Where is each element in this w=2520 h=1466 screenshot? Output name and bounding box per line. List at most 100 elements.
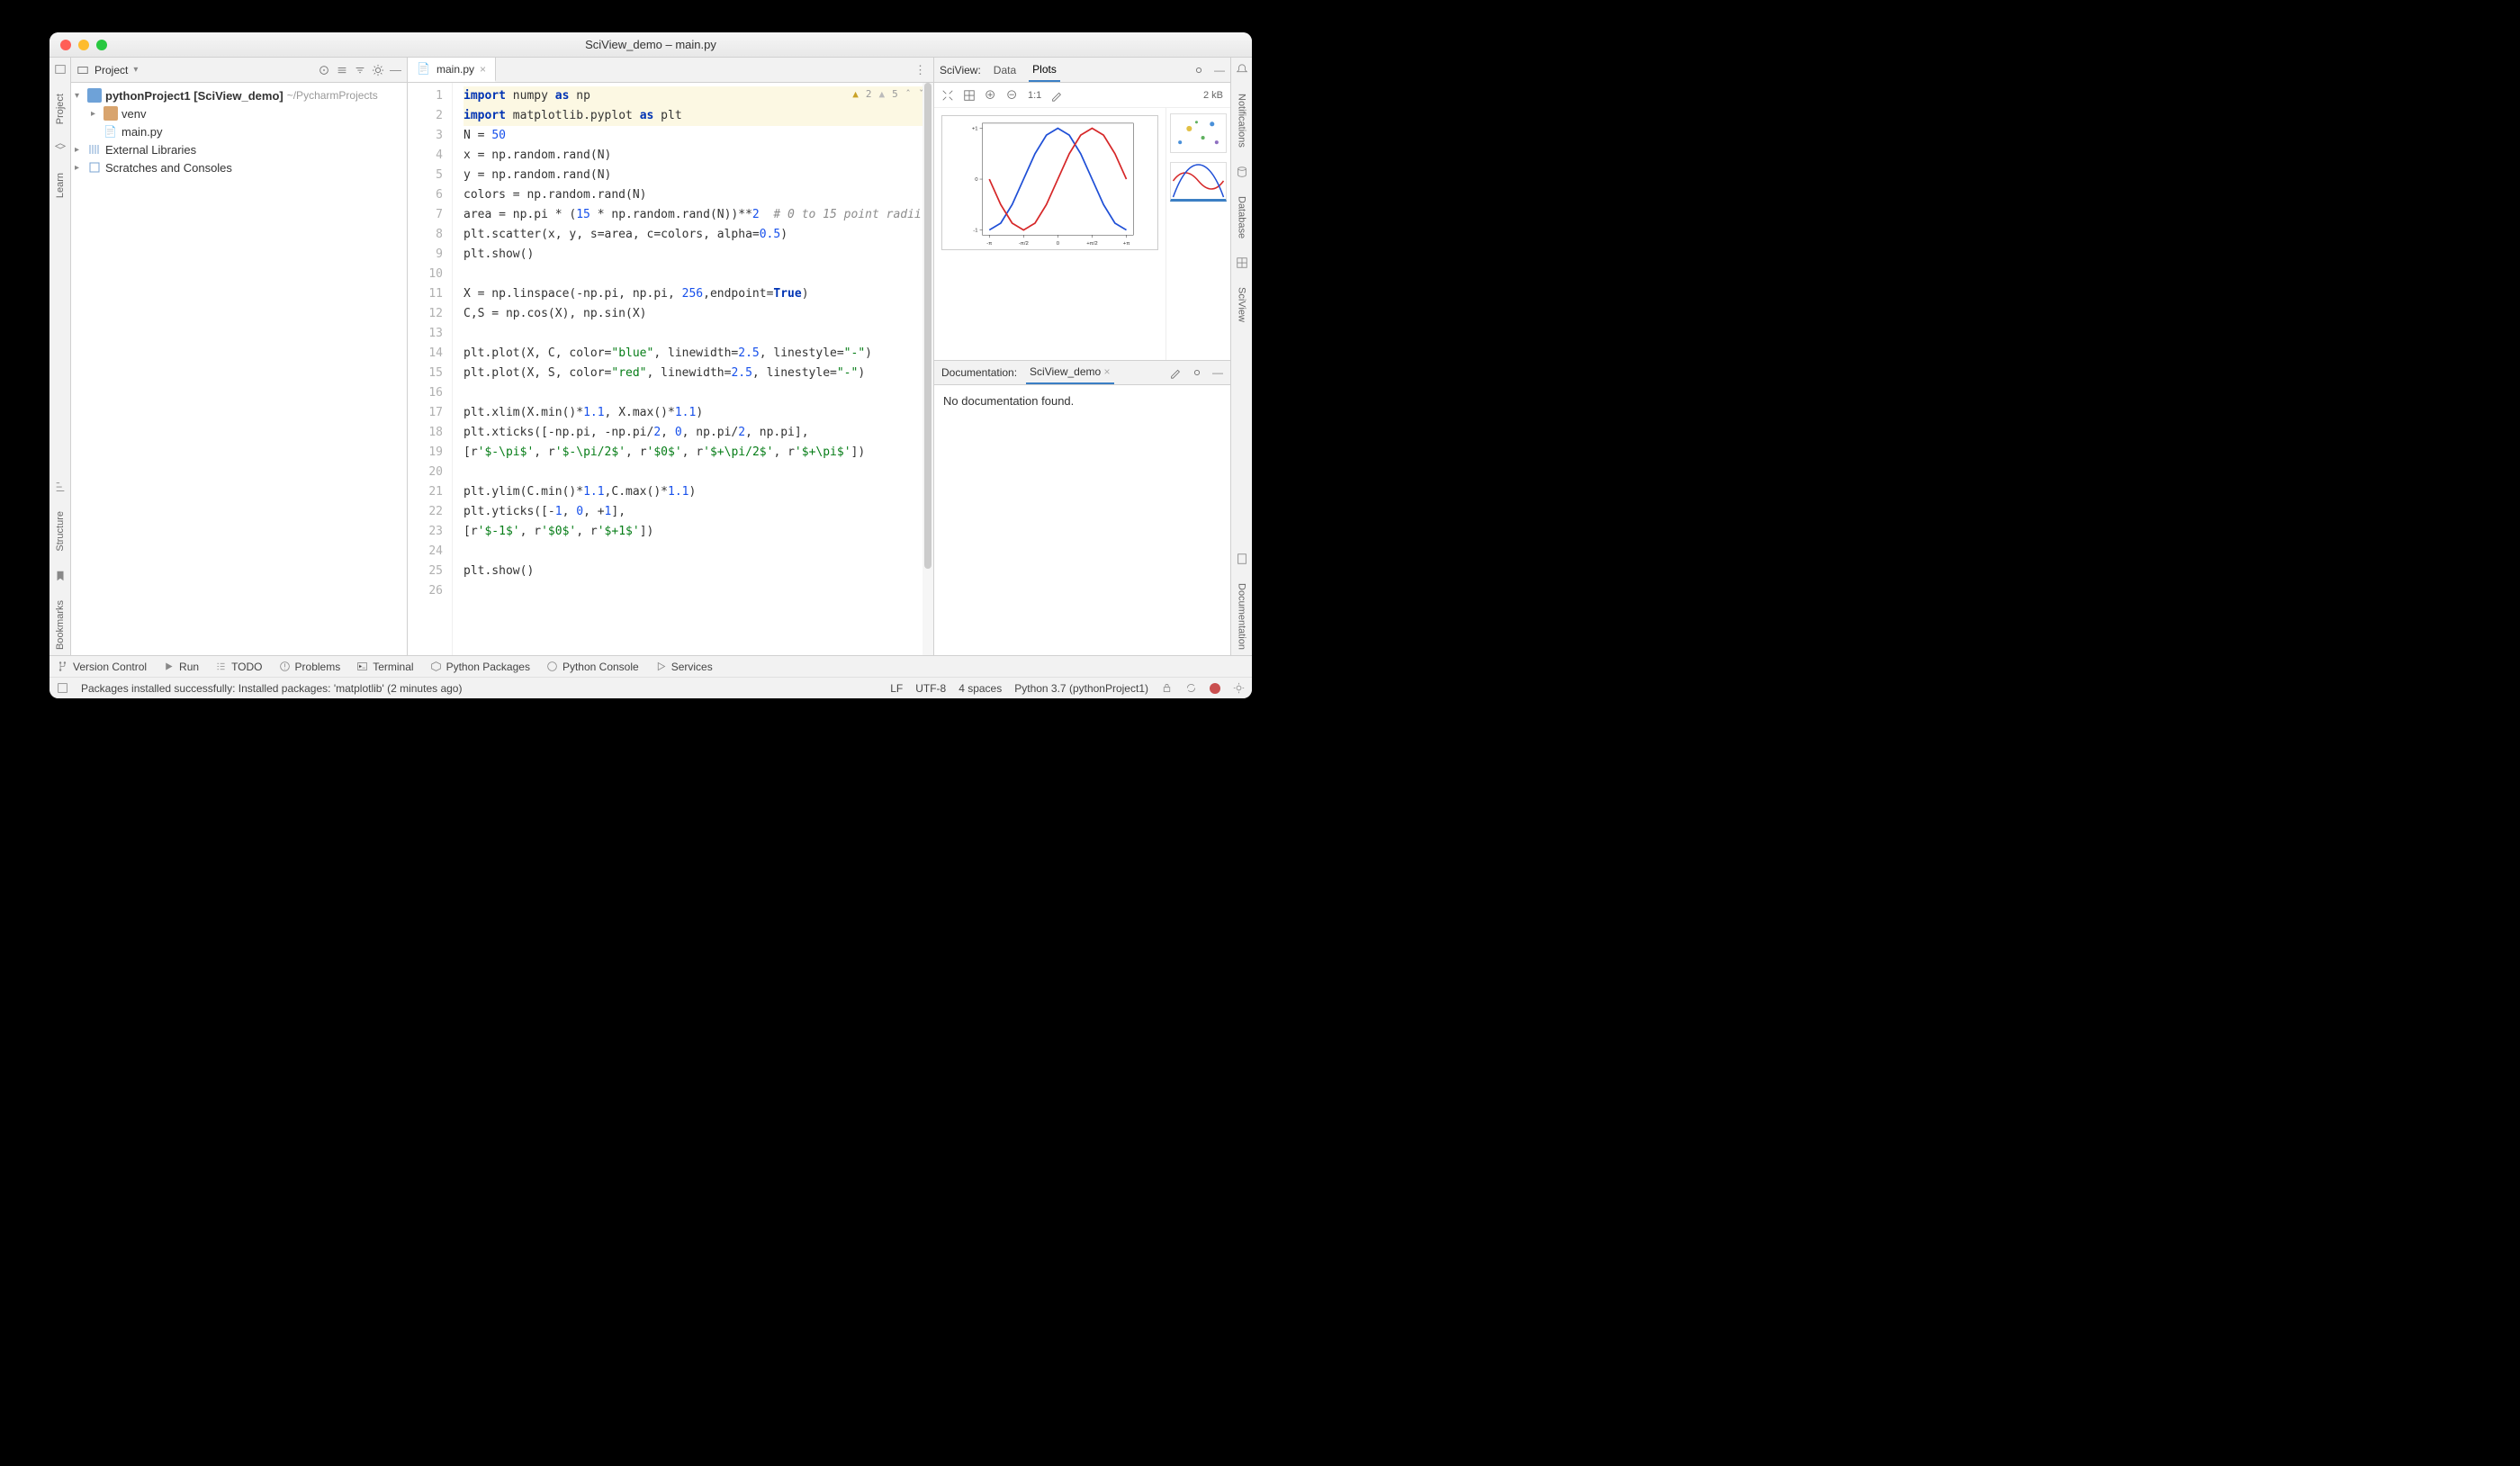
project-icon[interactable]: [54, 63, 67, 76]
svg-text:+π: +π: [1123, 241, 1130, 247]
minimize-window-button[interactable]: [78, 40, 89, 50]
tool-windows-icon[interactable]: [57, 682, 68, 694]
bottom-tab-python-console[interactable]: Python Console: [546, 661, 639, 673]
window-title: SciView_demo – main.py: [50, 38, 1252, 51]
documentation-icon[interactable]: [1236, 553, 1248, 565]
package-icon: [430, 661, 442, 672]
zoom-ratio: 1:1: [1028, 90, 1041, 101]
sciview-plot-area: -π-π/20+π/2+π-10+1: [934, 108, 1166, 360]
gear-icon[interactable]: [1191, 366, 1203, 379]
sciview-panel: SciView: Data Plots — 1:1 2 kB: [933, 58, 1230, 655]
documentation-label: Documentation:: [941, 366, 1017, 379]
left-tool-strip: Project Learn Structure Bookmarks: [50, 58, 71, 655]
left-tab-learn[interactable]: Learn: [53, 167, 68, 203]
tree-root[interactable]: ▾ pythonProject1 [SciView_demo] ~/Pychar…: [71, 86, 407, 104]
fit-icon[interactable]: [941, 89, 954, 102]
zoom-out-icon[interactable]: [1006, 89, 1019, 102]
documentation-tab[interactable]: SciView_demo ×: [1026, 361, 1114, 384]
scratches-icon: [87, 160, 102, 175]
sciview-main-plot[interactable]: -π-π/20+π/2+π-10+1: [941, 115, 1158, 250]
code-editor[interactable]: 1234567891011121314151617181920212223242…: [408, 83, 933, 655]
lock-icon[interactable]: [1161, 682, 1173, 694]
project-panel: Project ▾ — ▾ pythonProject1 [SciView_de…: [71, 58, 408, 655]
expand-all-icon[interactable]: [336, 64, 348, 76]
project-tree: ▾ pythonProject1 [SciView_demo] ~/Pychar…: [71, 83, 407, 180]
svg-text:0: 0: [975, 177, 978, 183]
close-window-button[interactable]: [60, 40, 71, 50]
status-interpreter[interactable]: Python 3.7 (pythonProject1): [1014, 682, 1148, 695]
editor-content[interactable]: ▲2 ▲5 ˆˇ import numpy as npimport matplo…: [453, 83, 933, 655]
right-tab-notifications[interactable]: Notifications: [1235, 88, 1249, 153]
bottom-tab-problems[interactable]: Problems: [279, 661, 341, 673]
status-indent[interactable]: 4 spaces: [958, 682, 1002, 695]
documentation-header: Documentation: SciView_demo × —: [934, 360, 1230, 385]
hide-panel-icon[interactable]: —: [1212, 366, 1223, 379]
status-line-separator[interactable]: LF: [890, 682, 903, 695]
learn-icon[interactable]: [54, 142, 67, 155]
tree-item-venv[interactable]: ▸venv: [71, 104, 407, 122]
svg-text:-π: -π: [986, 241, 992, 247]
play-icon: [163, 661, 175, 672]
tree-item-external-libs[interactable]: ▸ External Libraries: [71, 140, 407, 158]
svg-text:0: 0: [1057, 241, 1060, 247]
editor-scrollbar[interactable]: [922, 83, 933, 655]
zoom-window-button[interactable]: [96, 40, 107, 50]
svg-text:+π/2: +π/2: [1086, 241, 1097, 247]
bottom-tab-run[interactable]: Run: [163, 661, 199, 673]
grid-icon[interactable]: [963, 89, 976, 102]
plot-thumbnail-sincos[interactable]: [1170, 162, 1227, 202]
dropdown-icon[interactable]: ▾: [133, 65, 138, 75]
hide-panel-icon[interactable]: —: [1214, 64, 1225, 76]
left-tab-bookmarks[interactable]: Bookmarks: [53, 595, 68, 655]
tree-item-scratches[interactable]: ▸ Scratches and Consoles: [71, 158, 407, 176]
structure-icon[interactable]: [54, 481, 67, 493]
inspection-badge[interactable]: ▲2 ▲5 ˆˇ: [852, 88, 924, 100]
ide-window: SciView_demo – main.py Project Learn Str…: [50, 32, 1252, 698]
svg-text:-π/2: -π/2: [1019, 241, 1029, 247]
sciview-thumbnails: [1166, 108, 1230, 360]
editor-area: main.py × ⋮ 1234567891011121314151617181…: [408, 58, 933, 655]
bottom-tab-services[interactable]: Services: [655, 661, 713, 673]
gear-icon[interactable]: [1192, 64, 1205, 76]
status-encoding[interactable]: UTF-8: [915, 682, 946, 695]
sciview-tab-data[interactable]: Data: [990, 58, 1020, 82]
bottom-tab-todo[interactable]: TODO: [215, 661, 262, 673]
locate-icon[interactable]: [318, 64, 330, 76]
documentation-body: No documentation found.: [934, 385, 1230, 655]
sync-icon[interactable]: [1185, 682, 1197, 694]
gear-icon[interactable]: [1233, 682, 1245, 694]
right-tab-sciview[interactable]: SciView: [1235, 282, 1249, 328]
sciview-header: SciView: Data Plots —: [934, 58, 1230, 83]
left-tab-structure[interactable]: Structure: [53, 506, 68, 557]
sciview-toolbar: 1:1 2 kB: [934, 83, 1230, 108]
sciview-tab-plots[interactable]: Plots: [1029, 58, 1060, 82]
bottom-tab-vcs[interactable]: Version Control: [57, 661, 147, 673]
left-tab-project[interactable]: Project: [53, 88, 68, 130]
hide-panel-icon[interactable]: —: [390, 63, 401, 76]
close-tab-icon[interactable]: ×: [480, 63, 486, 76]
python-icon: [546, 661, 558, 672]
tree-item-mainpy[interactable]: main.py: [71, 122, 407, 140]
error-indicator-icon[interactable]: [1210, 683, 1220, 694]
right-tool-strip: Notifications Database SciView Documenta…: [1230, 58, 1252, 655]
editor-tab-mainpy[interactable]: main.py ×: [408, 58, 496, 82]
right-tab-database[interactable]: Database: [1235, 191, 1249, 244]
notifications-icon[interactable]: [1236, 63, 1248, 76]
bottom-tab-terminal[interactable]: Terminal: [356, 661, 413, 673]
gear-icon[interactable]: [372, 64, 384, 76]
sciview-icon[interactable]: [1236, 256, 1248, 269]
edit-icon[interactable]: [1169, 366, 1182, 379]
right-tab-documentation[interactable]: Documentation: [1235, 578, 1249, 655]
collapse-all-icon[interactable]: [354, 64, 366, 76]
editor-tabs-menu-icon[interactable]: ⋮: [907, 58, 933, 82]
edit-icon[interactable]: [1050, 89, 1063, 102]
bookmarks-icon[interactable]: [54, 570, 67, 582]
plot-thumbnail-scatter[interactable]: [1170, 113, 1227, 153]
project-panel-title: Project: [94, 64, 128, 76]
zoom-in-icon[interactable]: [985, 89, 997, 102]
project-view-icon: [76, 64, 89, 76]
services-icon: [655, 661, 667, 672]
database-icon[interactable]: [1236, 166, 1248, 178]
editor-tab-label: main.py: [436, 63, 474, 76]
bottom-tab-python-packages[interactable]: Python Packages: [430, 661, 530, 673]
